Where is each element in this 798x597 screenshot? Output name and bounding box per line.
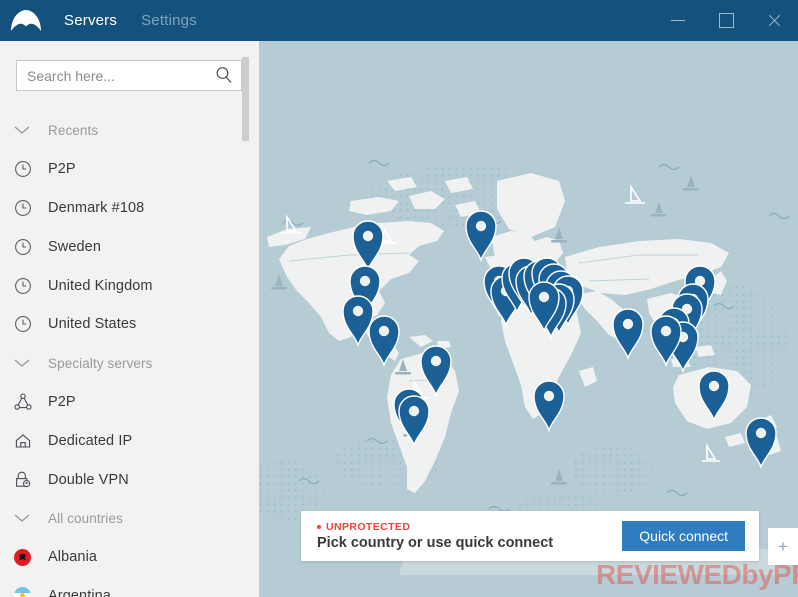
sidebar-item-label: Denmark #108	[48, 199, 145, 216]
sidebar-item-argentina[interactable]: Argentina	[0, 577, 259, 597]
sidebar-group-recents[interactable]: Recents	[0, 111, 259, 150]
map-zoom-in-button[interactable]: +	[768, 528, 798, 565]
p2p-share-icon	[14, 393, 48, 411]
close-icon	[767, 14, 781, 28]
chevron-down-icon	[14, 358, 48, 368]
house-icon	[14, 432, 48, 450]
sidebar-item-label: Argentina	[48, 587, 111, 597]
flag-albania	[14, 548, 48, 566]
clock-icon	[14, 315, 48, 333]
window-controls	[654, 0, 798, 41]
sidebar-group-all-countries[interactable]: All countries	[0, 499, 259, 538]
status-message: Pick country or use quick connect	[317, 535, 554, 551]
flag-argentina	[14, 587, 48, 597]
close-button[interactable]	[750, 0, 798, 41]
sidebar-scrollbar-thumb[interactable]	[242, 57, 249, 141]
minimize-icon	[671, 20, 685, 21]
maximize-icon	[718, 13, 734, 28]
status-badge: UNPROTECTED	[317, 521, 622, 533]
clock-icon	[14, 160, 48, 178]
sidebar-item-albania[interactable]: Albania	[0, 538, 259, 577]
server-list: Recents P2P Denmark #108 Sweden United Kingd…	[0, 111, 259, 597]
quick-connect-button[interactable]: Quick connect	[622, 521, 745, 551]
sidebar-item-double-vpn[interactable]: Double VPN	[0, 460, 259, 499]
sidebar-group-specialty-servers[interactable]: Specialty servers	[0, 344, 259, 383]
nordvpn-logo-icon	[0, 0, 52, 41]
chevron-down-icon	[14, 125, 48, 135]
clock-icon	[14, 199, 48, 217]
sidebar-item-label: P2P	[48, 161, 76, 178]
title-bar: Servers Settings	[0, 0, 798, 41]
sidebar-group-label: Recents	[48, 122, 99, 138]
sidebar-item-p2p[interactable]: P2P	[0, 150, 259, 189]
sidebar-item-denmark-108[interactable]: Denmark #108	[0, 189, 259, 228]
clock-icon	[14, 238, 48, 256]
sidebar-item-label: Sweden	[48, 238, 101, 255]
status-text-group: UNPROTECTED Pick country or use quick co…	[317, 521, 622, 551]
minimize-button[interactable]	[654, 0, 702, 41]
sidebar-item-p2p[interactable]: P2P	[0, 383, 259, 422]
tab-servers[interactable]: Servers	[52, 0, 129, 41]
sidebar-item-dedicated-ip[interactable]: Dedicated IP	[0, 421, 259, 460]
clock-icon	[14, 277, 48, 295]
sidebar-item-united-states[interactable]: United States	[0, 305, 259, 344]
sidebar-item-sweden[interactable]: Sweden	[0, 227, 259, 266]
sidebar-item-label: United Kingdom	[48, 277, 153, 294]
sidebar-item-label: Double VPN	[48, 471, 129, 488]
sidebar-item-label: Albania	[48, 549, 98, 566]
search-field-wrapper	[16, 60, 242, 91]
sidebar-item-label: Dedicated IP	[48, 432, 133, 449]
sidebar-group-label: Specialty servers	[48, 355, 153, 371]
world-map[interactable]: + UNPROTECTED Pick country or use quick …	[259, 41, 798, 597]
nordvpn-app-window: Servers Settings Recents P2P Denmark #108 S…	[0, 0, 798, 597]
search-input[interactable]	[16, 60, 242, 91]
sidebar: Recents P2P Denmark #108 Sweden United Kingd…	[0, 41, 259, 597]
sidebar-group-label: All countries	[48, 510, 123, 526]
sidebar-item-label: United States	[48, 316, 137, 333]
tab-settings[interactable]: Settings	[129, 0, 209, 41]
connection-status-bar: UNPROTECTED Pick country or use quick co…	[301, 511, 759, 561]
status-dot-icon	[317, 525, 321, 529]
maximize-button[interactable]	[702, 0, 750, 41]
status-badge-label: UNPROTECTED	[326, 521, 411, 533]
padlock-icon	[14, 471, 48, 489]
sidebar-item-united-kingdom[interactable]: United Kingdom	[0, 266, 259, 305]
sidebar-item-label: P2P	[48, 393, 76, 410]
chevron-down-icon	[14, 513, 48, 523]
